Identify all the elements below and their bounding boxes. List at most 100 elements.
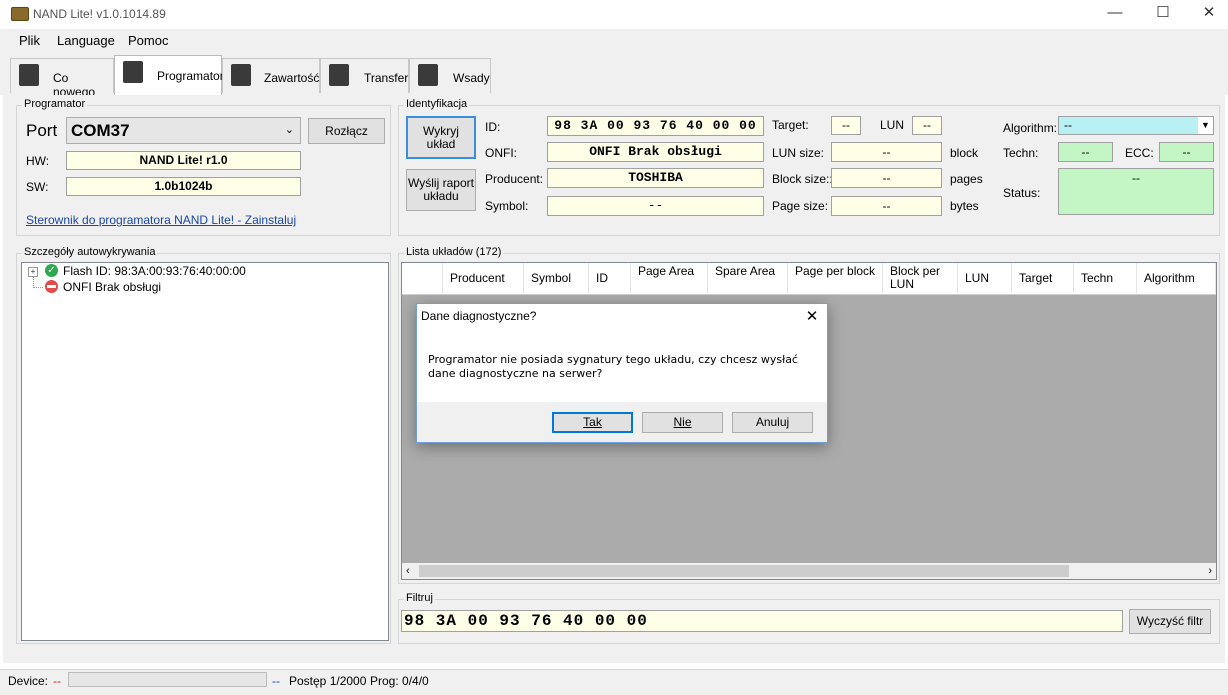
group-title: Programator bbox=[22, 98, 88, 110]
sw-label: SW: bbox=[26, 180, 49, 194]
col-header-block-per-lun[interactable]: Block per LUN bbox=[883, 263, 958, 293]
symbol-value: -- bbox=[547, 196, 764, 216]
tab-label: Transfer bbox=[364, 71, 409, 85]
tab-programator[interactable]: Programator bbox=[114, 55, 224, 95]
producer-value: TOSHIBA bbox=[547, 168, 764, 188]
driver-install-link[interactable]: Sterownik do programatora NAND Lite! - Z… bbox=[26, 213, 296, 227]
port-select[interactable]: COM37 ⌄ bbox=[66, 117, 301, 144]
ecc-label: ECC: bbox=[1125, 146, 1154, 160]
col-header-algorithm[interactable]: Algorithm bbox=[1137, 263, 1216, 293]
device-value: -- bbox=[53, 674, 61, 688]
id-label: ID: bbox=[485, 120, 501, 134]
title-bar bbox=[0, 0, 1228, 28]
error-icon bbox=[45, 280, 58, 293]
chevron-down-icon: ▼ bbox=[1198, 117, 1213, 134]
group-title: Szczegóły autowykrywania bbox=[22, 246, 158, 258]
tab-label: Wsady bbox=[453, 71, 490, 85]
col-header-symbol[interactable]: Symbol bbox=[524, 263, 589, 293]
maximize-icon[interactable]: ☐ bbox=[1140, 0, 1186, 28]
chevron-down-icon: ⌄ bbox=[284, 124, 294, 136]
row-header-corner bbox=[402, 263, 443, 293]
page-size-value: -- bbox=[831, 196, 942, 216]
lun-size-value: -- bbox=[831, 142, 942, 162]
col-header-lun[interactable]: LUN bbox=[958, 263, 1012, 293]
status-value: -- bbox=[1058, 168, 1214, 215]
grid-header: Producent Symbol ID Page Area Spare Area… bbox=[402, 263, 1216, 295]
menu-language[interactable]: Language bbox=[57, 33, 115, 48]
tab-label: Programator bbox=[157, 69, 224, 83]
send-report-button[interactable]: Wyślij raport układu bbox=[406, 169, 476, 211]
sw-value: 1.0b1024b bbox=[66, 177, 301, 196]
horizontal-scrollbar[interactable]: ‹ › bbox=[402, 563, 1216, 579]
no-button-label: Nie bbox=[673, 415, 692, 429]
col-header-target[interactable]: Target bbox=[1012, 263, 1074, 293]
scroll-left-icon[interactable]: ‹ bbox=[406, 563, 410, 579]
chip-icon bbox=[326, 64, 352, 86]
scrollbar-thumb[interactable] bbox=[419, 565, 1069, 577]
symbol-label: Symbol: bbox=[485, 199, 529, 213]
col-header-spare-area[interactable]: Spare Area bbox=[708, 263, 788, 293]
device-label: Device: bbox=[8, 674, 49, 688]
close-icon[interactable]: ✕ bbox=[798, 304, 826, 330]
tab-wsady[interactable]: Wsady bbox=[409, 58, 491, 93]
status-label: Status: bbox=[1003, 186, 1041, 200]
tab-zawartosc[interactable]: Zawartość bbox=[222, 58, 320, 93]
producer-label: Producent: bbox=[485, 172, 544, 186]
target-value: -- bbox=[831, 116, 861, 135]
prog-label: Prog: 0/4/0 bbox=[370, 674, 429, 688]
techn-value: -- bbox=[1058, 142, 1113, 162]
app-icon bbox=[11, 7, 29, 21]
col-header-producent[interactable]: Producent bbox=[443, 263, 524, 293]
progress-label: Postęp 1/2000 bbox=[289, 674, 367, 688]
no-button[interactable]: Nie bbox=[642, 412, 723, 433]
menu-plik[interactable]: Plik bbox=[19, 33, 40, 48]
yes-button-label: Tak bbox=[583, 415, 602, 429]
menu-pomoc[interactable]: Pomoc bbox=[128, 33, 168, 48]
filter-input[interactable]: 98 3A 00 93 76 40 00 00 bbox=[401, 610, 1123, 632]
port-label: Port bbox=[26, 121, 58, 140]
tab-transfer[interactable]: Transfer bbox=[320, 58, 409, 93]
hw-label: HW: bbox=[26, 154, 50, 168]
group-title: Filtruj bbox=[404, 592, 435, 604]
dialog-message: Programator nie posiada sygnatury tego u… bbox=[428, 353, 798, 380]
col-header-page-per-block[interactable]: Page per block bbox=[788, 263, 883, 293]
algorithm-label: Algorithm: bbox=[1003, 121, 1058, 135]
lun-value: -- bbox=[912, 116, 942, 135]
cancel-button[interactable]: Anuluj bbox=[732, 412, 813, 433]
dialog-title: Dane diagnostyczne? bbox=[421, 309, 537, 323]
target-label: Target: bbox=[772, 118, 809, 132]
tab-co-nowego[interactable]: Co nowego bbox=[10, 58, 114, 99]
progress-text: -- bbox=[272, 674, 280, 688]
yes-button[interactable]: Tak bbox=[552, 412, 633, 433]
col-header-id[interactable]: ID bbox=[589, 263, 631, 293]
clear-filter-button[interactable]: Wyczyść filtr bbox=[1129, 609, 1211, 634]
id-value: 98 3A 00 93 76 40 00 00 bbox=[547, 116, 764, 136]
tree-item-flash-id[interactable]: Flash ID: 98:3A:00:93:76:40:00:00 bbox=[63, 264, 246, 278]
block-size-unit: pages bbox=[950, 172, 983, 186]
page-size-unit: bytes bbox=[950, 199, 979, 213]
tab-label: Zawartość bbox=[264, 71, 320, 85]
minimize-icon[interactable]: — bbox=[1092, 0, 1138, 28]
scroll-right-icon[interactable]: › bbox=[1208, 563, 1212, 579]
page-size-label: Page size: bbox=[772, 199, 829, 213]
col-header-page-area[interactable]: Page Area bbox=[631, 263, 708, 293]
progress-bar bbox=[68, 672, 267, 687]
group-title: Identyfikacja bbox=[404, 98, 470, 110]
group-title: Lista układów (172) bbox=[404, 246, 504, 258]
block-size-value: -- bbox=[831, 168, 942, 188]
tree-item-onfi[interactable]: ONFI Brak obsługi bbox=[63, 280, 161, 294]
close-icon[interactable]: ✕ bbox=[1186, 0, 1228, 28]
diagnostic-dialog: Dane diagnostyczne? ✕ Programator nie po… bbox=[416, 303, 828, 443]
chip-icon bbox=[16, 64, 42, 86]
expand-icon[interactable]: + bbox=[28, 267, 38, 277]
lun-size-unit: block bbox=[950, 146, 979, 160]
lun-label: LUN bbox=[880, 118, 905, 132]
algorithm-select[interactable]: -- ▼ bbox=[1058, 116, 1214, 135]
disconnect-button[interactable]: Rozłącz bbox=[308, 118, 385, 144]
col-header-techn[interactable]: Techn bbox=[1074, 263, 1137, 293]
chip-icon bbox=[228, 64, 254, 86]
techn-label: Techn: bbox=[1003, 146, 1039, 160]
algorithm-value: -- bbox=[1064, 118, 1072, 132]
autodetect-tree[interactable] bbox=[21, 262, 389, 641]
detect-chip-button[interactable]: Wykryj układ bbox=[406, 116, 476, 159]
